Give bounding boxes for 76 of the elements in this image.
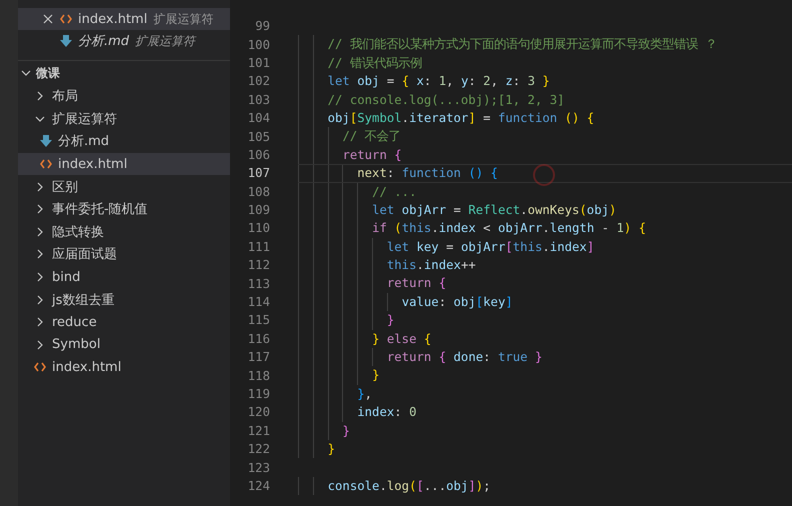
arrow-down-file-icon: [40, 135, 52, 148]
file-item[interactable]: index.html: [18, 152, 230, 176]
code-line: next: function () {: [298, 164, 792, 183]
code-file-icon: [34, 362, 46, 372]
folder-item[interactable]: reduce: [18, 310, 230, 334]
code-line: console.log([...obj]);: [298, 476, 792, 496]
line-number: 101: [246, 56, 270, 70]
line-number: 114: [246, 295, 270, 310]
line-number: 100: [246, 38, 270, 52]
code-line: // console.log(...obj);[1, 2, 3]: [298, 90, 792, 109]
code-line: let objArr = Reflect.ownKeys(obj): [298, 200, 792, 220]
code-line: let key = objArr[this.index]: [298, 238, 792, 256]
file-name: 分析.md: [78, 33, 130, 50]
line-number: 102: [246, 74, 270, 88]
folder-item[interactable]: 扩展运算符: [18, 108, 230, 130]
code-line: obj[Symbol.iterator] = function () {: [298, 108, 792, 128]
open-editor-item[interactable]: 分析.md 扩展运算符: [18, 30, 230, 52]
code-line: }: [298, 422, 792, 440]
file-name: index.html: [78, 12, 148, 26]
file-item[interactable]: 分析.md: [18, 130, 230, 153]
code-file-icon: [60, 14, 72, 24]
line-number: 110: [246, 221, 270, 236]
line-number: 105: [246, 130, 270, 144]
line-number: 116: [246, 332, 270, 346]
code-line: let obj = { x: 1, y: 2, z: 3 }: [298, 72, 792, 91]
line-number: 120: [246, 405, 270, 420]
line-number: 117: [246, 350, 270, 364]
code-line: }: [298, 311, 792, 330]
folder-item[interactable]: 事件委托-随机值: [18, 198, 230, 221]
line-number: 106: [246, 148, 270, 162]
line-number: 108: [246, 184, 270, 199]
open-editor-item[interactable]: index.html 扩展运算符: [18, 8, 230, 30]
line-number: 109: [246, 203, 270, 218]
folder-item[interactable]: 布局: [18, 85, 230, 108]
code-line: },: [298, 384, 792, 404]
code-line: if (this.index < objArr.length - 1) {: [298, 219, 792, 238]
code-line: }: [298, 440, 792, 458]
line-number: 119: [246, 387, 270, 401]
code-line: return {: [298, 274, 792, 293]
folder-item[interactable]: bind: [18, 266, 230, 288]
line-number: 124: [246, 478, 270, 493]
folder-item[interactable]: 隐式转换: [18, 220, 230, 244]
line-number: 107: [246, 166, 270, 180]
line-number: 115: [246, 313, 270, 328]
code-line: value: obj[key]: [298, 292, 792, 312]
line-number: 121: [246, 424, 270, 438]
code-line: this.index++: [298, 256, 792, 274]
arrow-down-file-icon: [60, 35, 72, 47]
code-line: index: 0: [298, 403, 792, 422]
line-number: 118: [246, 368, 270, 383]
line-number: 99: [254, 19, 270, 34]
code-line: } else {: [298, 330, 792, 348]
line-number: 122: [246, 442, 270, 456]
line-number: 112: [246, 258, 270, 272]
line-number: 123: [246, 460, 270, 475]
folder-item[interactable]: 区别: [18, 175, 230, 198]
close-icon: [43, 14, 53, 24]
folder-item[interactable]: js数组去重: [18, 288, 230, 311]
code-line: // 错误代码示例: [298, 54, 792, 72]
file-folder-label: 扩展运算符: [153, 10, 214, 28]
line-number: 111: [246, 240, 270, 254]
code-line: return { done: true }: [298, 348, 792, 366]
code-line: // ...: [298, 182, 792, 201]
click-indicator-icon: [533, 164, 555, 186]
code-line: // 不会了: [298, 127, 792, 146]
folder-item[interactable]: Symbol: [18, 334, 230, 356]
code-line: return {: [298, 146, 792, 164]
code-file-icon: [40, 159, 52, 170]
code-line: }: [298, 366, 792, 385]
folder-item[interactable]: 应届面试题: [18, 243, 230, 266]
code-line: // 我们能否以某种方式为下面的语句使用展开运算而不导致类型错误 ？: [298, 35, 792, 54]
line-number: 103: [246, 92, 270, 107]
line-number: 113: [246, 276, 270, 291]
file-folder-label: 扩展运算符: [135, 32, 196, 50]
file-item[interactable]: index.html: [18, 356, 230, 379]
line-number: 104: [246, 111, 270, 126]
